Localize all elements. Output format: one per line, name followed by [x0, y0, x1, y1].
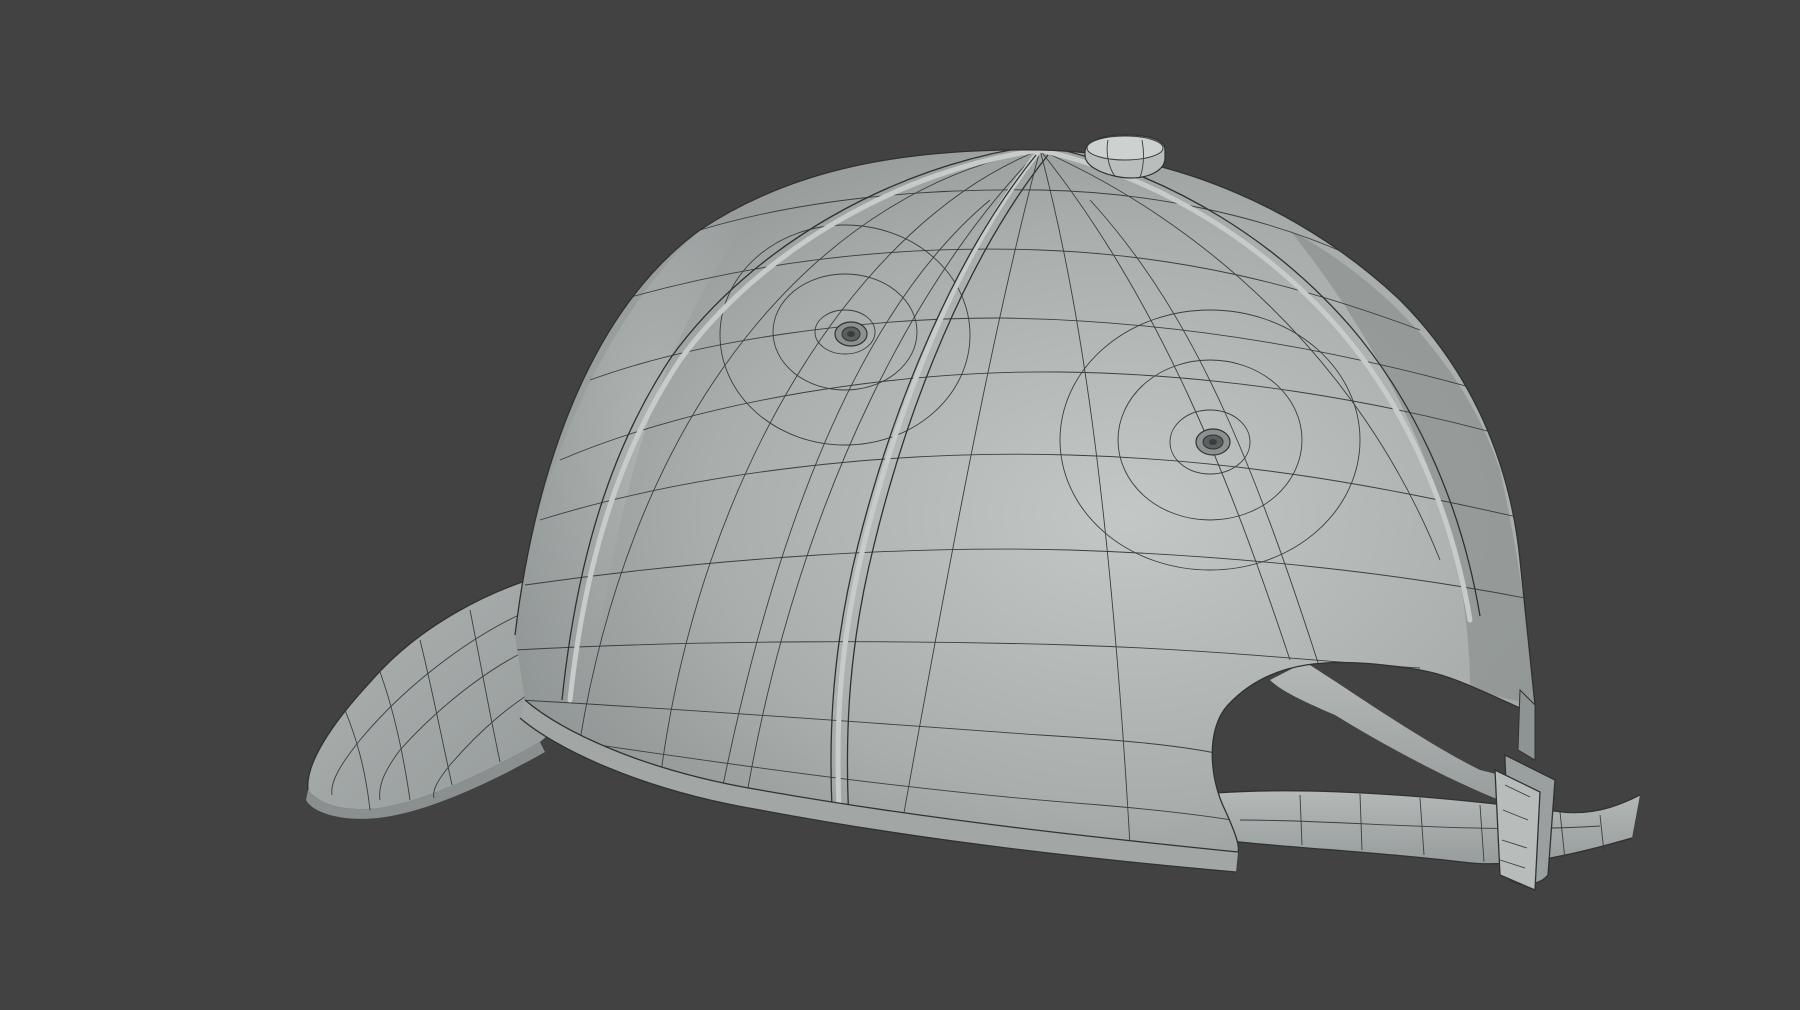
eyelet-left [835, 322, 867, 346]
eyelet-right [1196, 429, 1230, 455]
back-strap [1215, 662, 1640, 864]
strap-buckle [1495, 690, 1555, 890]
cap-crown [500, 146, 1535, 890]
cap-render [0, 0, 1800, 1010]
viewport-canvas[interactable] [0, 0, 1800, 1010]
